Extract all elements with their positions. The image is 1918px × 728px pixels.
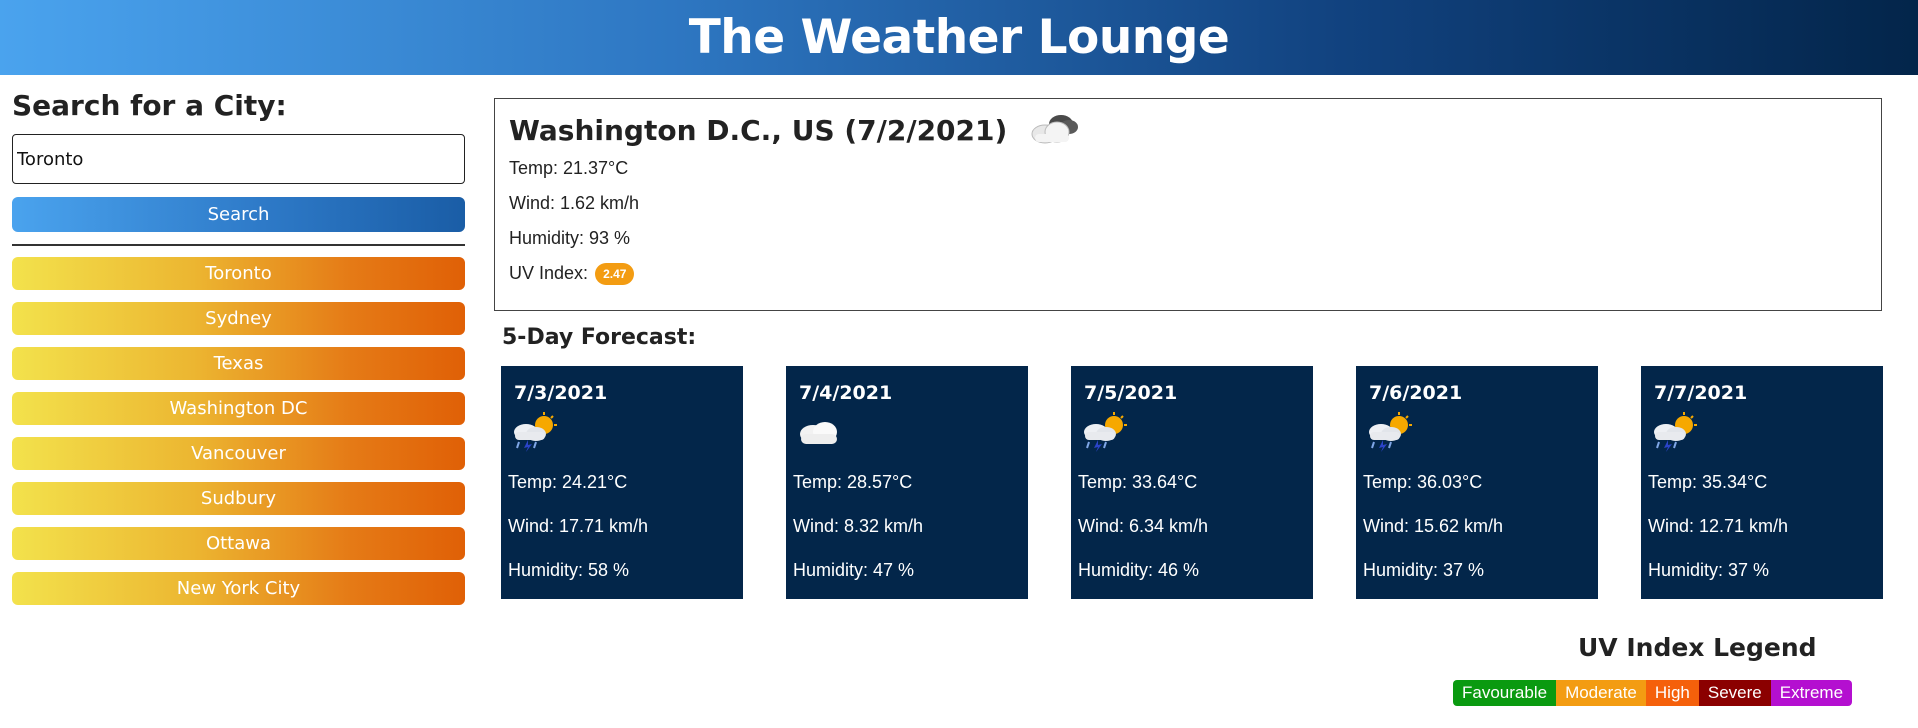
uv-label: UV Index: <box>509 263 589 283</box>
history-item-ottawa[interactable]: Ottawa <box>12 527 465 560</box>
city-search-input[interactable] <box>12 134 465 184</box>
history-item-vancouver[interactable]: Vancouver <box>12 437 465 470</box>
forecast-humidity: Humidity: 37 % <box>1648 560 1770 580</box>
history-item-sydney[interactable]: Sydney <box>12 302 465 335</box>
current-city-title: Washington D.C., US (7/2/2021) <box>509 113 1008 147</box>
forecast-wind: Wind: 6.34 km/h <box>1078 516 1209 536</box>
forecast-wind: Wind: 15.62 km/h <box>1363 516 1504 536</box>
uv-legend-moderate: Moderate <box>1556 680 1646 706</box>
app-title: The Weather Lounge <box>688 10 1230 65</box>
search-heading: Search for a City: <box>12 89 287 122</box>
history-item-washington-dc[interactable]: Washington DC <box>12 392 465 425</box>
current-humidity: Humidity: 93 % <box>509 228 631 248</box>
thunderstorm-sun-icon <box>1084 412 1127 452</box>
thunderstorm-sun-icon <box>1369 412 1412 452</box>
forecast-card: 7/4/2021 Temp: 28.57°C Wind: 8.32 km/h H… <box>786 366 1028 599</box>
forecast-card: 7/3/2021 Temp: 24.21°C Wind: 17.71 km/h … <box>501 366 743 599</box>
cloud-icon <box>800 422 837 444</box>
thunderstorm-sun-icon <box>1654 412 1697 452</box>
uv-legend-favourable: Favourable <box>1453 680 1557 706</box>
forecast-humidity: Humidity: 37 % <box>1363 560 1485 580</box>
forecast-humidity: Humidity: 47 % <box>793 560 915 580</box>
forecast-date: 7/6/2021 <box>1369 382 1463 404</box>
cloudy-icon <box>1031 115 1079 144</box>
divider <box>12 244 465 246</box>
forecast-date: 7/5/2021 <box>1084 382 1178 404</box>
forecast-temp: Temp: 35.34°C <box>1648 472 1768 492</box>
uv-legend-severe: Severe <box>1698 680 1771 706</box>
current-uv: UV Index: 2.47 <box>509 256 1867 291</box>
forecast-wind: Wind: 8.32 km/h <box>793 516 924 536</box>
uv-legend: Favourable Moderate High Severe Extreme <box>1453 680 1853 706</box>
forecast-wind: Wind: 17.71 km/h <box>508 516 649 536</box>
forecast-heading: 5-Day Forecast: <box>502 325 697 350</box>
thunderstorm-sun-icon <box>514 412 557 452</box>
search-history-list: Toronto Sydney Texas Washington DC Vanco… <box>12 257 465 605</box>
history-item-texas[interactable]: Texas <box>12 347 465 380</box>
history-item-sudbury[interactable]: Sudbury <box>12 482 465 515</box>
history-item-new-york-city[interactable]: New York City <box>12 572 465 605</box>
app-header: The Weather Lounge <box>0 0 1918 75</box>
forecast-temp: Temp: 33.64°C <box>1078 472 1198 492</box>
forecast-humidity: Humidity: 46 % <box>1078 560 1200 580</box>
uv-badge: 2.47 <box>595 263 635 286</box>
forecast-card: 7/5/2021 Temp: 33.64°C Wind: 6.34 km/h H… <box>1071 366 1313 599</box>
uv-legend-extreme: Extreme <box>1770 680 1853 706</box>
uv-legend-high: High <box>1645 680 1699 706</box>
current-weather-panel: Washington D.C., US (7/2/2021) Temp: 21.… <box>494 98 1882 311</box>
forecast-temp: Temp: 36.03°C <box>1363 472 1483 492</box>
forecast-date: 7/3/2021 <box>514 382 608 404</box>
forecast-card: 7/7/2021 Temp: 35.34°C Wind: 12.71 km/h … <box>1641 366 1883 599</box>
forecast-date: 7/7/2021 <box>1654 382 1748 404</box>
uv-legend-heading: UV Index Legend <box>1578 633 1817 662</box>
forecast-date: 7/4/2021 <box>799 382 893 404</box>
forecast-card: 7/6/2021 Temp: 36.03°C Wind: 15.62 km/h … <box>1356 366 1598 599</box>
forecast-temp: Temp: 28.57°C <box>793 472 913 492</box>
current-wind: Wind: 1.62 km/h <box>509 193 640 213</box>
forecast-temp: Temp: 24.21°C <box>508 472 628 492</box>
history-item-toronto[interactable]: Toronto <box>12 257 465 290</box>
forecast-humidity: Humidity: 58 % <box>508 560 630 580</box>
forecast-wind: Wind: 12.71 km/h <box>1648 516 1789 536</box>
sidebar: Search for a City: Search Toronto Sydney… <box>12 88 465 617</box>
current-temp: Temp: 21.37°C <box>509 158 629 178</box>
search-button[interactable]: Search <box>12 197 465 232</box>
